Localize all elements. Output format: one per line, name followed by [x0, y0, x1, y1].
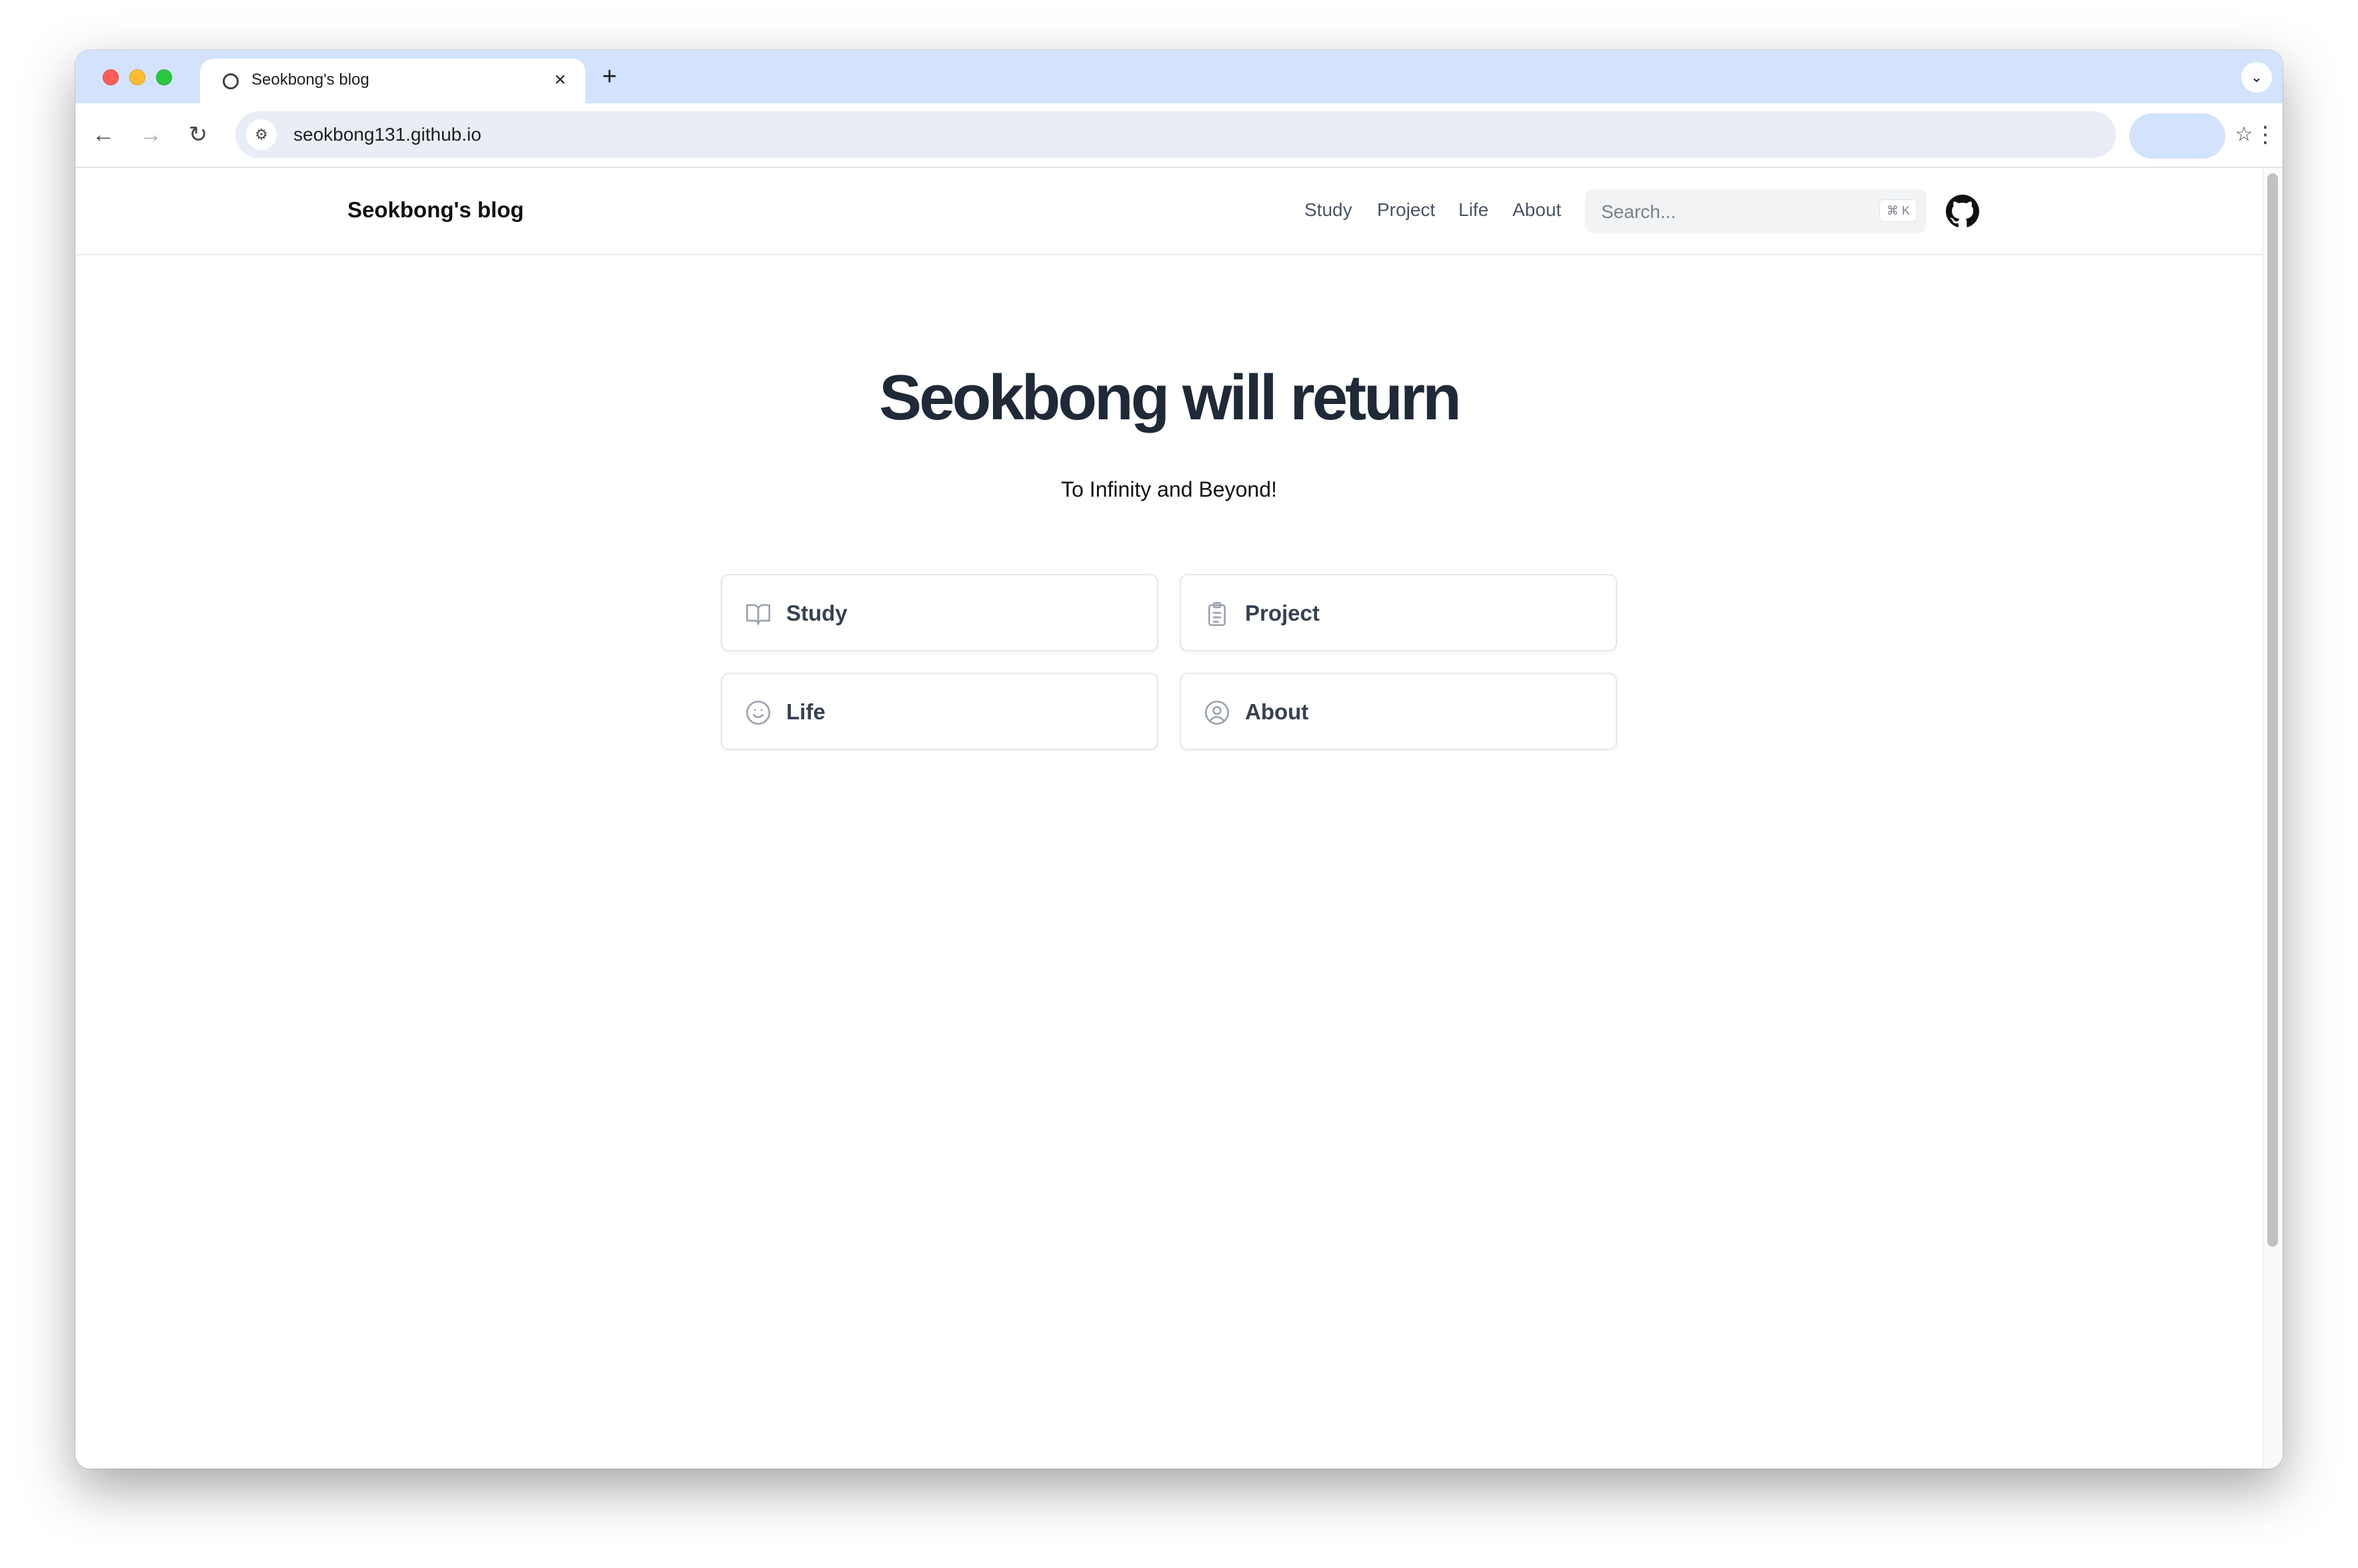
- new-tab-button[interactable]: +: [594, 62, 625, 93]
- tab-favicon-icon: [223, 73, 239, 89]
- page-scrollbar[interactable]: [2263, 168, 2283, 1469]
- nav-link-study[interactable]: Study: [1304, 199, 1352, 221]
- tab-close-icon[interactable]: ×: [547, 67, 573, 93]
- maximize-window-button[interactable]: [156, 69, 172, 85]
- browser-tab-active[interactable]: Seokbong's blog ×: [200, 59, 585, 103]
- card-label: Life: [786, 699, 826, 724]
- minimize-window-button[interactable]: [129, 69, 145, 85]
- nav-link-project[interactable]: Project: [1377, 199, 1435, 221]
- forward-arrow-icon[interactable]: →: [135, 119, 167, 151]
- card-project[interactable]: Project: [1180, 574, 1617, 651]
- profile-button[interactable]: [2129, 113, 2225, 159]
- search-shortcut-badge: ⌘ K: [1879, 199, 1917, 222]
- github-icon[interactable]: [1946, 195, 1979, 228]
- tab-search-chevron-down-icon[interactable]: ⌄: [2241, 62, 2272, 93]
- card-about[interactable]: About: [1180, 673, 1617, 750]
- address-bar[interactable]: ⚙ seokbong131.github.io ▭ 文 ☆: [235, 111, 2253, 158]
- card-label: Study: [786, 601, 848, 625]
- hero-title: Seokbong will return: [879, 362, 1461, 433]
- scrollbar-thumb[interactable]: [2267, 173, 2278, 1247]
- site-brand-link[interactable]: Seokbong's blog: [347, 197, 524, 223]
- card-label: Project: [1245, 601, 1320, 625]
- smile-icon: [746, 701, 770, 725]
- book-open-icon: [746, 604, 770, 625]
- search-input[interactable]: Search... ⌘ K: [1585, 189, 1927, 233]
- browser-menu-icon[interactable]: ⋮: [2249, 119, 2281, 151]
- user-circle-icon: [1205, 701, 1229, 725]
- page-viewport: Seokbong's blog Study Project Life About…: [75, 168, 2283, 1469]
- browser-toolbar: ← → ↻ ⚙ seokbong131.github.io ▭ 文 ☆ ⋮: [75, 103, 2283, 168]
- search-placeholder: Search...: [1601, 201, 1676, 222]
- clipboard-list-icon: [1208, 602, 1226, 626]
- site-header: Seokbong's blog Study Project Life About…: [75, 168, 2263, 255]
- nav-link-about[interactable]: About: [1512, 199, 1561, 221]
- card-label: About: [1245, 699, 1309, 724]
- card-life[interactable]: Life: [721, 673, 1158, 750]
- tab-strip: Seokbong's blog × + ⌄: [75, 50, 2283, 103]
- tab-title: Seokbong's blog: [251, 71, 369, 89]
- reload-icon[interactable]: ↻: [182, 119, 214, 151]
- card-study[interactable]: Study: [721, 574, 1158, 651]
- site-info-icon[interactable]: ⚙: [246, 119, 277, 150]
- hero-subtitle: To Infinity and Beyond!: [1061, 477, 1277, 501]
- address-url[interactable]: seokbong131.github.io: [293, 124, 481, 145]
- nav-link-life[interactable]: Life: [1458, 199, 1488, 221]
- close-window-button[interactable]: [103, 69, 119, 85]
- browser-window: Seokbong's blog × + ⌄ ← → ↻ ⚙ seokbong13…: [75, 50, 2283, 1469]
- back-arrow-icon[interactable]: ←: [87, 119, 119, 151]
